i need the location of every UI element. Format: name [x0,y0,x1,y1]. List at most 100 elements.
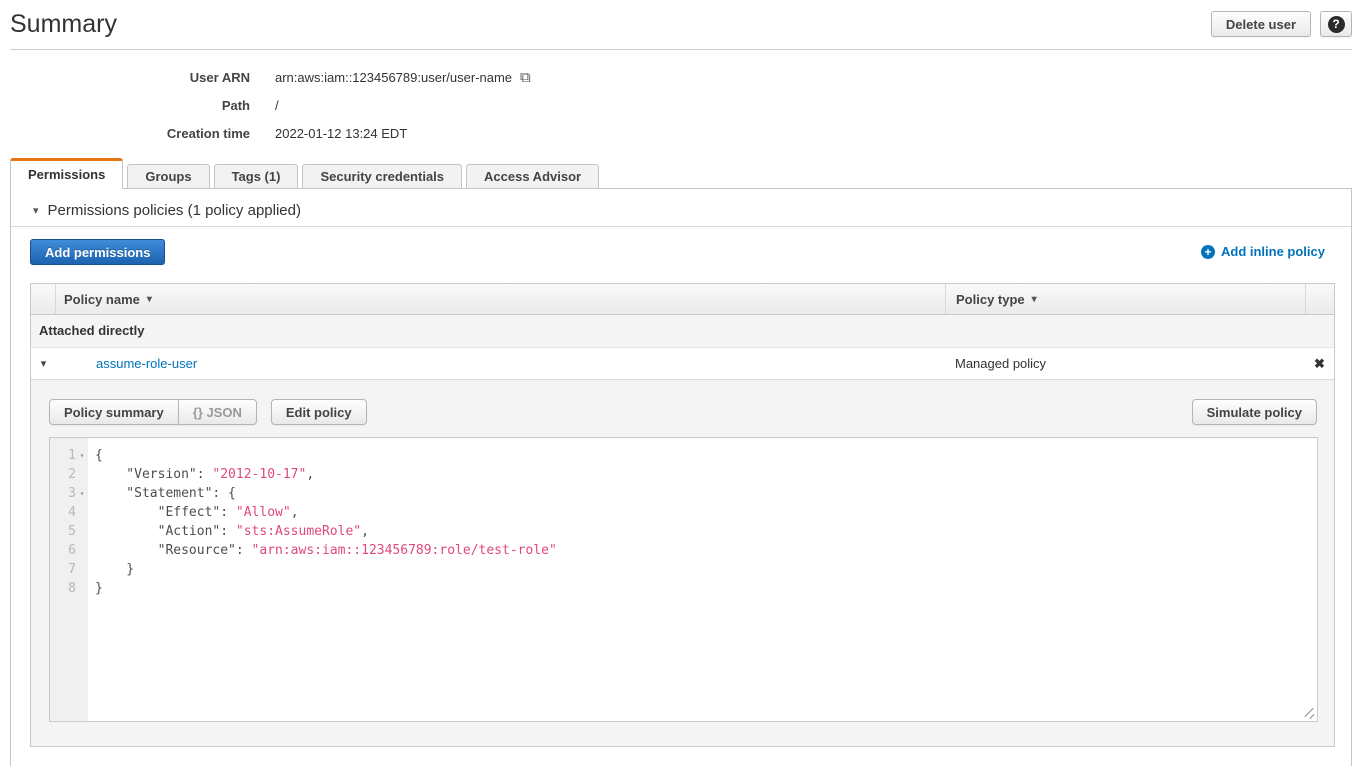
user-info-section: User ARN arn:aws:iam::123456789:user/user… [10,63,531,147]
collapse-caret-icon[interactable]: ▾ [33,204,39,217]
line-number: 3 [50,484,76,503]
policy-name-link[interactable]: assume-role-user [96,356,197,371]
code-line: "Version": "2012-10-17", [95,465,1317,484]
gutter-line: 8 [50,579,88,598]
info-label: Path [10,98,250,113]
code-token: } [95,562,134,577]
code-line: } [95,579,1317,598]
line-number: 4 [50,503,76,522]
tab-access-advisor[interactable]: Access Advisor [466,164,599,189]
policy-row: ▾ assume-role-user Managed policy ✖ [31,348,1334,380]
string-token: "arn:aws:iam::123456789:role/test-role" [252,543,557,558]
string-token: "sts:AssumeRole" [236,524,361,539]
code-token: , [361,524,369,539]
section-divider [11,226,1351,227]
info-value: / [275,98,279,113]
policy-view-toggle: Policy summary {} JSON Edit policy [49,399,367,425]
title-divider [10,49,1352,50]
permissions-policies-title: Permissions policies (1 policy applied) [48,202,301,219]
expand-column-header [31,284,56,314]
info-row: User ARN arn:aws:iam::123456789:user/user… [10,63,531,91]
line-number: 1 [50,446,76,465]
simulate-policy-button[interactable]: Simulate policy [1192,399,1317,425]
code-token: "Statement": { [95,486,236,501]
iam-user-summary-page: Summary Delete user ? User ARN arn:aws:ia… [0,0,1362,766]
code-token: , [306,467,314,482]
tab-tags-1[interactable]: Tags (1) [214,164,299,189]
editor-gutter: 1▾23▾45678 [50,438,88,721]
policy-detail-panel: Policy summary {} JSON Edit policy Simul… [31,380,1334,746]
info-value: 2022-01-12 13:24 EDT [275,126,407,141]
help-icon: ? [1328,16,1345,33]
fold-icon[interactable]: ▾ [76,484,88,503]
info-row: Path / [10,91,531,119]
code-token: "Effect": [95,505,236,520]
tab-bar: PermissionsGroupsTags (1)Security creden… [10,158,599,189]
code-line: "Resource": "arn:aws:iam::123456789:role… [95,541,1317,560]
sort-down-icon: ▾ [1032,294,1037,305]
policy-table: Policy name ▾ Policy type ▾ Attached dir… [30,283,1335,747]
line-number: 6 [50,541,76,560]
info-value: arn:aws:iam::123456789:user/user-name [275,70,512,85]
permissions-policies-header: ▾ Permissions policies (1 policy applied… [33,202,301,219]
title-actions: Delete user ? [1211,11,1352,37]
line-number: 8 [50,579,76,598]
gutter-line: 3▾ [50,484,88,503]
gutter-line: 4 [50,503,88,522]
policy-name-column-header[interactable]: Policy name ▾ [56,284,945,314]
policy-type-cell: Managed policy [945,356,1305,371]
json-editor[interactable]: 1▾23▾45678 { "Version": "2012-10-17", "S… [49,437,1318,722]
edit-policy-button[interactable]: Edit policy [271,399,367,425]
policy-name-cell: assume-role-user [56,356,945,371]
copy-icon[interactable]: ⧉ [520,70,531,85]
tab-security-credentials[interactable]: Security credentials [302,164,462,189]
add-permissions-button[interactable]: Add permissions [30,239,165,265]
info-label: Creation time [10,126,250,141]
policy-type-header-label: Policy type [956,292,1025,307]
line-number: 7 [50,560,76,579]
delete-user-button[interactable]: Delete user [1211,11,1311,37]
policy-name-header-label: Policy name [64,292,140,307]
code-line: "Statement": { [95,484,1317,503]
policy-summary-button[interactable]: Policy summary [49,399,179,425]
plus-icon: + [1201,245,1215,259]
attached-directly-group-row: Attached directly [31,315,1334,348]
fold-icon[interactable]: ▾ [76,446,88,465]
gutter-line: 2 [50,465,88,484]
policy-table-header: Policy name ▾ Policy type ▾ [31,284,1334,315]
gutter-line: 1▾ [50,446,88,465]
sort-down-icon: ▾ [147,294,152,305]
help-button[interactable]: ? [1320,11,1352,37]
page-title: Summary [10,10,117,39]
line-number: 2 [50,465,76,484]
code-line: { [95,446,1317,465]
policy-actions-cell: ✖ [1305,356,1334,372]
json-view-button[interactable]: {} JSON [178,399,257,425]
code-line: "Effect": "Allow", [95,503,1317,522]
actions-column-header [1305,284,1334,314]
gutter-line: 6 [50,541,88,560]
code-token: "Action": [95,524,236,539]
row-expander-icon[interactable]: ▾ [31,357,56,370]
add-inline-policy-link[interactable]: + Add inline policy [1201,244,1325,259]
add-inline-policy-label: Add inline policy [1221,244,1325,259]
line-number: 5 [50,522,76,541]
editor-code-area[interactable]: { "Version": "2012-10-17", "Statement": … [88,438,1317,721]
info-label: User ARN [10,70,250,85]
editor-resize-handle[interactable] [1302,706,1315,719]
title-bar: Summary Delete user ? [10,0,1352,48]
tab-groups[interactable]: Groups [127,164,209,189]
code-token: { [95,448,103,463]
string-token: "Allow" [236,505,291,520]
gutter-line: 7 [50,560,88,579]
code-token: "Resource": [95,543,252,558]
code-line: "Action": "sts:AssumeRole", [95,522,1317,541]
code-token: "Version": [95,467,212,482]
info-row: Creation time 2022-01-12 13:24 EDT [10,119,531,147]
detach-policy-icon[interactable]: ✖ [1314,356,1325,371]
code-line: } [95,560,1317,579]
code-token: , [291,505,299,520]
code-token: } [95,581,103,596]
policy-type-column-header[interactable]: Policy type ▾ [945,284,1305,314]
tab-permissions[interactable]: Permissions [10,158,123,189]
